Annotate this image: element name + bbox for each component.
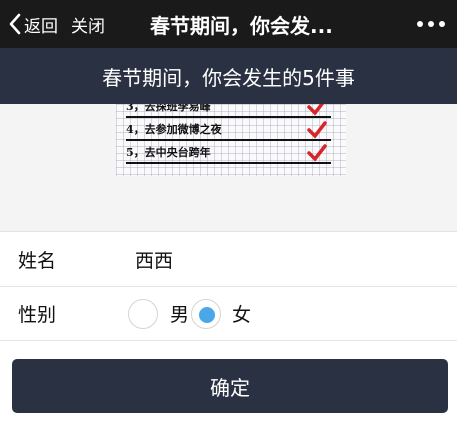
checkmark-icon	[307, 121, 327, 139]
name-label: 姓名	[18, 250, 57, 272]
radio-male-label[interactable]: 男	[170, 300, 189, 327]
image-area: 3，去探班李易峰 4，去参加微博之夜 5，去中央台跨年	[0, 104, 457, 232]
close-button[interactable]: 关闭	[71, 12, 105, 37]
chevron-left-icon	[9, 13, 21, 35]
name-row: 姓名 西西	[0, 233, 457, 287]
checklist-row: 5，去中央台跨年	[126, 142, 331, 164]
more-menu-button[interactable]	[417, 0, 445, 48]
radio-female-label[interactable]: 女	[232, 300, 251, 327]
checklist-text: 5，去中央台跨年	[126, 146, 211, 159]
checklist-row: 3，去探班李易峰	[126, 104, 331, 118]
checkmark-icon	[307, 104, 325, 116]
back-label: 返回	[24, 16, 58, 37]
radio-female[interactable]	[191, 299, 221, 329]
more-dot-icon	[417, 21, 423, 27]
more-dot-icon	[428, 21, 434, 27]
checklist-text: 3，去探班李易峰	[126, 104, 211, 113]
gender-label: 性别	[18, 304, 57, 326]
checklist-image: 3，去探班李易峰 4，去参加微博之夜 5，去中央台跨年	[116, 104, 346, 176]
checkmark-icon	[307, 144, 327, 162]
radio-male[interactable]	[128, 299, 158, 329]
checklist-text: 4，去参加微博之夜	[126, 123, 222, 136]
page-title: 春节期间，你会发...	[150, 13, 333, 38]
checklist-row: 4，去参加微博之夜	[126, 119, 331, 141]
navigation-bar: 返回 关闭 春节期间，你会发...	[0, 0, 457, 48]
gender-row: 性别 男 女	[0, 287, 457, 341]
more-dot-icon	[439, 21, 445, 27]
name-field[interactable]: 西西	[135, 246, 173, 273]
confirm-button[interactable]: 确定	[12, 359, 448, 413]
back-button[interactable]: 返回	[8, 12, 58, 37]
banner-title: 春节期间，你会发生的5件事	[0, 48, 457, 104]
